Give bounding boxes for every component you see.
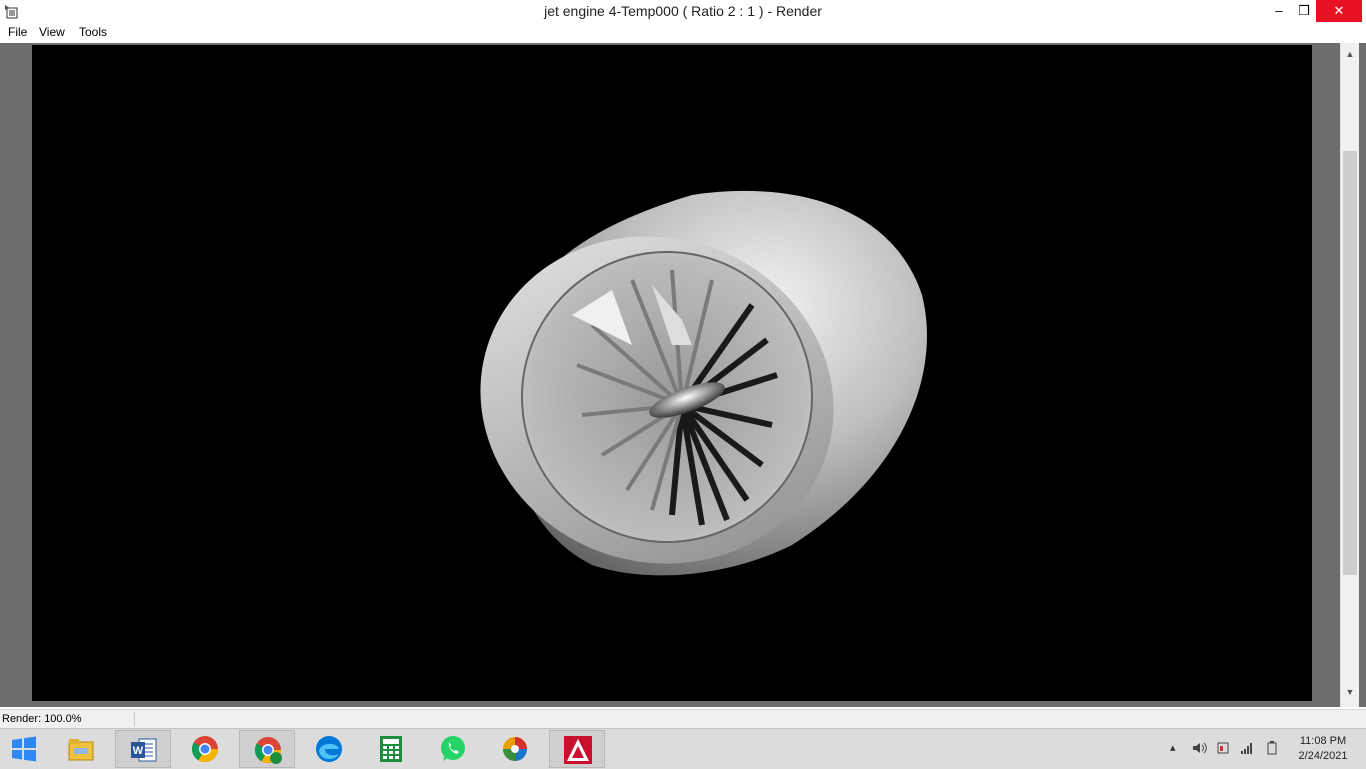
chrome-icon — [191, 736, 219, 763]
render-viewport: ▲ ▼ — [0, 43, 1366, 707]
chrome-profile-icon — [254, 737, 282, 764]
autocad-icon — [564, 736, 592, 764]
clock-time: 11:08 PM — [1299, 735, 1347, 747]
taskbar-edge[interactable] — [301, 730, 357, 768]
taskbar: W ▴ 11:08 PM 2/24/2021 — [0, 728, 1366, 769]
menu-tools[interactable]: Tools — [79, 25, 107, 39]
whatsapp-icon — [441, 736, 465, 761]
render-canvas[interactable] — [32, 45, 1312, 701]
svg-text:W: W — [133, 745, 144, 757]
taskbar-autocad[interactable] — [549, 730, 605, 768]
close-button[interactable]: ✕ — [1316, 0, 1362, 22]
vertical-scrollbar[interactable]: ▲ ▼ — [1340, 43, 1359, 707]
restore-button[interactable]: ❒ — [1293, 0, 1315, 22]
battery-icon[interactable] — [1264, 740, 1280, 756]
menu-view[interactable]: View — [39, 25, 65, 39]
scroll-thumb[interactable] — [1343, 151, 1357, 575]
color-app-icon — [503, 737, 527, 761]
minimize-button[interactable]: – — [1268, 0, 1290, 22]
taskbar-clock[interactable]: 11:08 PM 2/24/2021 — [1288, 734, 1358, 764]
calculator-icon — [380, 736, 402, 762]
signal-icon[interactable] — [1239, 740, 1255, 756]
tray-chevron-icon[interactable]: ▴ — [1170, 741, 1176, 754]
jet-engine-render — [480, 190, 927, 576]
taskbar-whatsapp[interactable] — [425, 730, 481, 768]
taskbar-calculator[interactable] — [363, 730, 419, 768]
title-bar: jet engine 4-Temp000 ( Ratio 2 : 1 ) - R… — [0, 0, 1366, 22]
taskbar-word[interactable]: W — [115, 730, 171, 768]
scroll-up-arrow-icon[interactable]: ▲ — [1341, 45, 1359, 63]
window-title: jet engine 4-Temp000 ( Ratio 2 : 1 ) - R… — [544, 3, 822, 19]
windows-start-icon[interactable] — [10, 736, 38, 762]
status-bar: Render: 100.0% — [0, 709, 1366, 729]
menu-bar: File View Tools — [0, 22, 1366, 43]
render-progress-text: Render: 100.0% — [2, 713, 82, 725]
taskbar-chrome[interactable] — [177, 730, 233, 768]
file-explorer-icon — [68, 739, 94, 761]
network-warning-icon[interactable] — [1215, 740, 1231, 756]
word-icon: W — [131, 738, 157, 762]
clock-date: 2/24/2021 — [1298, 750, 1348, 762]
status-divider — [134, 712, 135, 727]
scroll-down-arrow-icon[interactable]: ▼ — [1341, 683, 1359, 701]
taskbar-color-app[interactable] — [487, 730, 543, 768]
taskbar-chrome-profile[interactable] — [239, 730, 295, 768]
edge-icon — [316, 736, 342, 762]
taskbar-file-explorer[interactable] — [53, 730, 109, 768]
menu-file[interactable]: File — [8, 25, 27, 39]
volume-icon[interactable] — [1191, 740, 1207, 756]
